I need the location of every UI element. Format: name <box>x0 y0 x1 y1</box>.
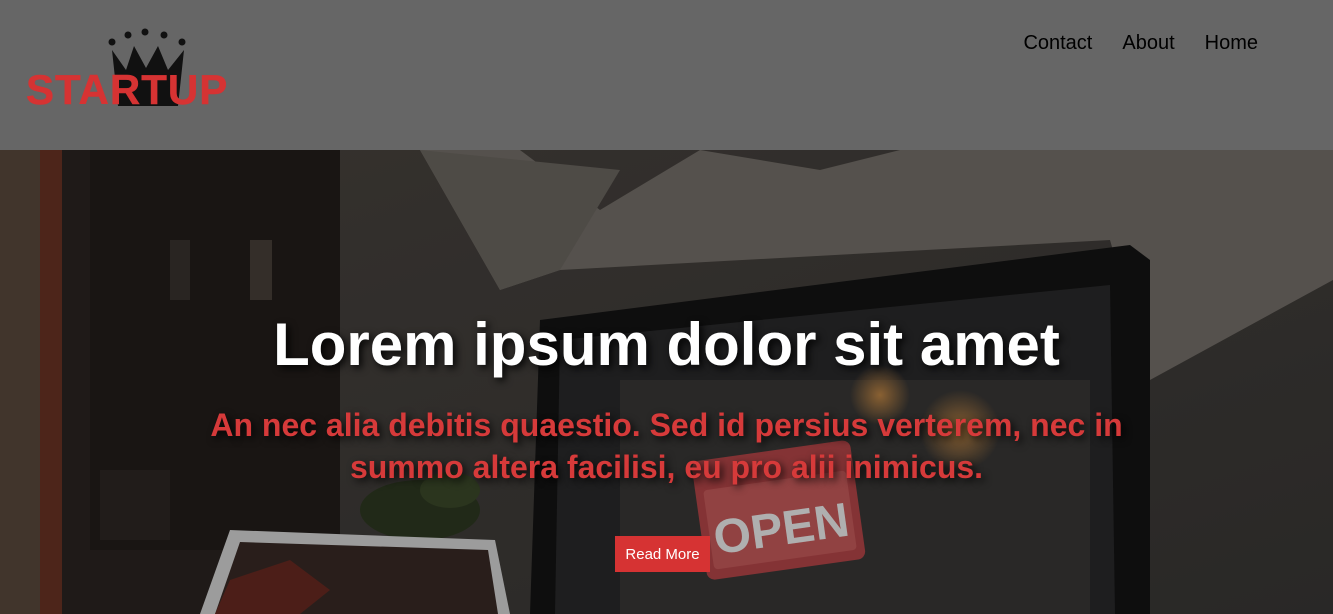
hero-title: Lorem ipsum dolor sit amet <box>273 311 1060 378</box>
nav-home-link[interactable]: Home <box>1205 31 1258 55</box>
nav-contact-link[interactable]: Contact <box>1023 31 1092 55</box>
logo-text: STARTUP <box>26 66 228 110</box>
site-header: STARTUP Contact About Home <box>0 0 1333 150</box>
hero-subtitle: An nec alia debitis quaestio. Sed id per… <box>210 407 1123 485</box>
crown-logo-icon: STARTUP <box>26 28 228 110</box>
read-more-button[interactable]: Read More <box>615 536 710 572</box>
nav-about-link[interactable]: About <box>1122 31 1174 55</box>
main-nav: Contact About Home <box>1023 31 1258 55</box>
hero-section: OPEN Lorem ipsum dolor sit amet An nec a… <box>0 150 1333 614</box>
startup-logo[interactable]: STARTUP <box>22 28 272 110</box>
